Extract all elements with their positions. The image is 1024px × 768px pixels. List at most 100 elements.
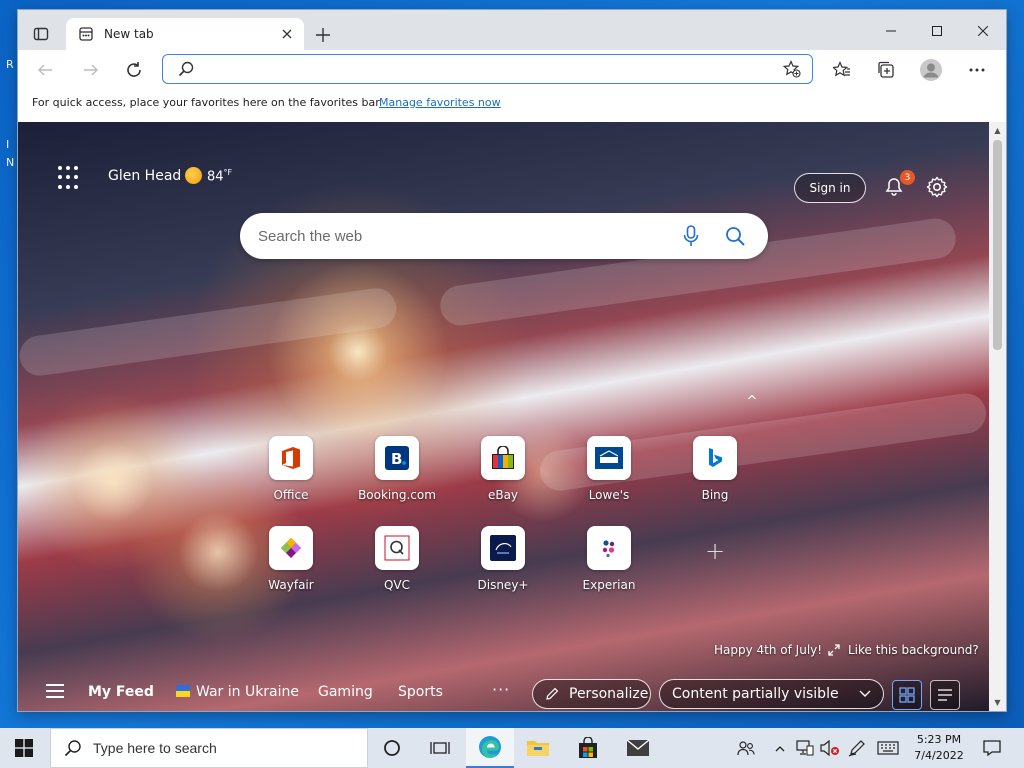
- search-icon: [177, 60, 195, 78]
- edge-browser-icon: [479, 736, 501, 758]
- more-horizontal-icon: [969, 68, 985, 72]
- minimize-button[interactable]: [868, 16, 914, 46]
- new-tab-page-icon: [78, 26, 94, 42]
- feed-tab-my-feed[interactable]: My Feed: [88, 684, 154, 700]
- like-background-text: Like this background?: [848, 643, 979, 657]
- avatar-icon: [920, 59, 942, 81]
- like-background-link[interactable]: Like this background?: [828, 643, 979, 657]
- tab-actions-button[interactable]: [26, 19, 56, 49]
- taskbar-search-input[interactable]: [91, 739, 367, 757]
- taskbar-edge-button[interactable]: [466, 728, 514, 768]
- address-input[interactable]: [203, 56, 782, 82]
- scrollbar-thumb[interactable]: [993, 140, 1002, 350]
- feed-navigation-bar: My Feed War in Ukraine Gaming Sports ···…: [18, 670, 989, 711]
- sign-in-button[interactable]: Sign in: [794, 173, 866, 203]
- quick-link-wayfair[interactable]: Wayfair: [246, 526, 336, 596]
- page-scrollbar[interactable]: ▲ ▼: [989, 122, 1006, 711]
- page-settings-button[interactable]: [924, 174, 950, 200]
- voice-search-button[interactable]: [676, 221, 706, 251]
- feed-tab-war-in-ukraine[interactable]: War in Ukraine: [176, 684, 299, 700]
- back-arrow-icon: [38, 64, 52, 76]
- qvc-icon: [375, 526, 419, 570]
- people-button[interactable]: [733, 728, 759, 768]
- plus-icon: [316, 28, 330, 42]
- new-tab-button[interactable]: [310, 22, 336, 48]
- action-center-button[interactable]: [978, 728, 1006, 768]
- list-layout-button[interactable]: [930, 680, 960, 710]
- volume-button[interactable]: [818, 728, 842, 768]
- cortana-button[interactable]: [368, 728, 416, 768]
- taskbar-store-button[interactable]: [564, 728, 612, 768]
- manage-favorites-link[interactable]: Manage favorites now: [379, 96, 501, 109]
- disney-plus-icon: [481, 526, 525, 570]
- feed-tab-gaming[interactable]: Gaming: [318, 684, 373, 700]
- pencil-icon: [546, 687, 559, 700]
- scroll-down-arrow[interactable]: ▼: [989, 694, 1006, 711]
- collapse-quick-links-button[interactable]: ^: [742, 394, 762, 409]
- web-search-box: [240, 213, 768, 259]
- feed-tab-sports[interactable]: Sports: [398, 684, 443, 700]
- quick-link-qvc[interactable]: QVC: [352, 526, 442, 596]
- quick-link-office[interactable]: Office: [246, 436, 336, 506]
- feed-more-button[interactable]: ···: [492, 680, 510, 699]
- start-button[interactable]: [0, 728, 48, 768]
- favorites-icon: [833, 61, 850, 77]
- close-window-button[interactable]: [960, 16, 1006, 46]
- task-view-icon: [430, 742, 450, 754]
- office-icon: [269, 436, 313, 480]
- search-icon: [63, 738, 83, 758]
- close-tab-button[interactable]: [276, 23, 298, 45]
- content-visibility-dropdown[interactable]: Content partially visible: [659, 679, 884, 709]
- wayfair-icon: [269, 526, 313, 570]
- quick-link-ebay[interactable]: eBay: [458, 436, 548, 506]
- list-view-icon: [938, 689, 952, 701]
- web-search-input[interactable]: [256, 226, 676, 246]
- background-caption[interactable]: Happy 4th of July!: [714, 643, 822, 657]
- maximize-button[interactable]: [914, 16, 960, 46]
- microphone-icon: [683, 225, 699, 246]
- network-button[interactable]: [794, 728, 816, 768]
- quick-link-lowes[interactable]: Lowe's: [564, 436, 654, 506]
- search-submit-button[interactable]: [720, 221, 750, 251]
- quick-link-disney-plus[interactable]: Disney+: [458, 526, 548, 596]
- quick-link-bing[interactable]: Bing: [670, 436, 760, 506]
- background-flag-stripe: [18, 285, 399, 379]
- personalize-button[interactable]: Personalize: [532, 679, 651, 709]
- tab-strip: New tab: [18, 10, 1006, 50]
- weather-location[interactable]: Glen Head: [108, 168, 181, 184]
- gear-icon: [926, 176, 948, 198]
- pen-icon: [848, 740, 865, 757]
- add-quick-link-button[interactable]: +: [704, 537, 726, 565]
- new-tab-page: Glen Head 84°F Sign in 3 ^ Office: [18, 122, 989, 711]
- tab-new-tab[interactable]: New tab: [66, 18, 304, 50]
- grid-layout-button[interactable]: [892, 680, 922, 710]
- pen-workspace-button[interactable]: [846, 728, 868, 768]
- taskbar-mail-button[interactable]: [614, 728, 662, 768]
- quick-link-experian[interactable]: Experian: [564, 526, 654, 596]
- address-bar[interactable]: [162, 54, 813, 84]
- add-favorite-icon[interactable]: [782, 59, 802, 79]
- clock-date: 7/4/2022: [914, 749, 964, 762]
- settings-and-more-button[interactable]: [962, 55, 992, 85]
- app-launcher-button[interactable]: [58, 166, 82, 190]
- show-hidden-icons-button[interactable]: [770, 728, 790, 768]
- taskbar-file-explorer-button[interactable]: [514, 728, 562, 768]
- collections-button[interactable]: [871, 55, 901, 85]
- touch-keyboard-button[interactable]: [874, 728, 902, 768]
- volume-muted-icon: [820, 740, 839, 756]
- forward-button[interactable]: [76, 55, 106, 85]
- quick-link-booking[interactable]: B Booking.com: [352, 436, 442, 506]
- sunny-weather-icon[interactable]: [185, 167, 202, 184]
- refresh-icon: [127, 62, 141, 77]
- navigation-toolbar: [18, 50, 1006, 90]
- weather-temperature[interactable]: 84°F: [207, 168, 232, 184]
- experian-icon: [587, 526, 631, 570]
- taskbar-clock[interactable]: 5:23 PM 7/4/2022: [906, 732, 972, 764]
- profile-button[interactable]: [916, 55, 946, 85]
- back-button[interactable]: [30, 55, 60, 85]
- hamburger-menu-icon[interactable]: [46, 684, 64, 698]
- refresh-button[interactable]: [119, 55, 149, 85]
- scroll-up-arrow[interactable]: ▲: [989, 122, 1006, 139]
- favorites-button[interactable]: [827, 55, 857, 85]
- task-view-button[interactable]: [416, 728, 464, 768]
